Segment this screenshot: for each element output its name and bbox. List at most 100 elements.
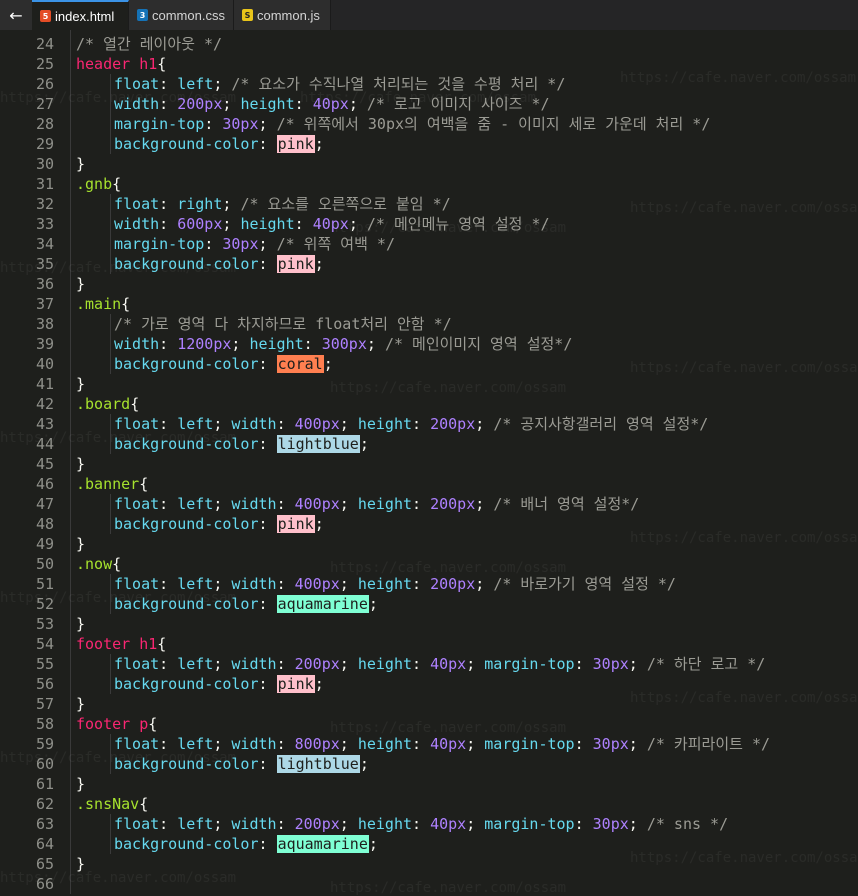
code-line[interactable]: 34 margin-top: 30px; /* 위쪽 여백 */ (0, 234, 858, 254)
code-token: width (114, 215, 160, 233)
code-line[interactable]: 44 background-color: lightblue; (0, 434, 858, 454)
code-token: ; (213, 415, 232, 433)
code-line[interactable]: 31 .gnb{ (0, 174, 858, 194)
code-line[interactable]: 62 .snsNav{ (0, 794, 858, 814)
code-line[interactable]: 50 .now{ (0, 554, 858, 574)
code-token: 1200px (177, 335, 232, 353)
code-token: width (231, 735, 277, 753)
code-line[interactable]: 54 footer h1{ (0, 634, 858, 654)
code-text: float: left; width: 200px; height: 40px;… (64, 814, 728, 834)
code-token: { (157, 635, 167, 653)
line-number: 55 (35, 655, 54, 673)
line-number: 34 (35, 235, 54, 253)
code-line[interactable]: 53} (0, 614, 858, 634)
code-token: left (177, 415, 214, 433)
code-line[interactable]: 64 background-color: aquamarine; (0, 834, 858, 854)
tab-label: index.html (55, 8, 115, 24)
code-line[interactable]: 49} (0, 534, 858, 554)
code-token: ; (213, 495, 232, 513)
line-number: 66 (35, 875, 54, 893)
code-token: left (177, 75, 214, 93)
code-line[interactable]: 65} (0, 854, 858, 874)
tab-common-js[interactable]: S common.js (234, 0, 331, 30)
code-line[interactable]: 57} (0, 694, 858, 714)
code-line[interactable]: 36} (0, 274, 858, 294)
code-line[interactable]: 63 float: left; width: 200px; height: 40p… (0, 814, 858, 834)
code-line[interactable]: 29 background-color: pink; (0, 134, 858, 154)
code-line[interactable]: 40 background-color: coral; (0, 354, 858, 374)
code-line[interactable]: 51 float: left; width: 400px; height: 200… (0, 574, 858, 594)
code-line[interactable]: 66 (0, 874, 858, 894)
code-line[interactable]: 58 footer p{ (0, 714, 858, 734)
code-token: /* 요소가 수직나열 처리되는 것을 수평 처리 */ (231, 75, 566, 93)
code-text: background-color: aquamarine; (64, 594, 378, 614)
line-number: 40 (35, 355, 54, 373)
code-line[interactable]: 41} (0, 374, 858, 394)
code-line[interactable]: 42 .board{ (0, 394, 858, 414)
code-token: float (114, 75, 160, 93)
code-editor[interactable]: 24/* 열간 레이아웃 */25 header h1{26 float: left… (0, 30, 858, 896)
code-text: } (64, 774, 85, 794)
color-swatch-value: pink (276, 255, 315, 273)
code-token: } (76, 275, 86, 293)
line-number: 53 (35, 615, 54, 633)
code-token: 40px (312, 215, 349, 233)
code-token: 200px (294, 655, 340, 673)
code-line[interactable]: 27 width: 200px; height: 40px; /* 로고 이미지 … (0, 94, 858, 114)
code-line[interactable]: 32 float: right; /* 요소를 오른쪽으로 붙임 */ (0, 194, 858, 214)
code-line[interactable]: 56 background-color: pink; (0, 674, 858, 694)
code-token: ; (314, 255, 324, 273)
code-line[interactable]: 37 .main{ (0, 294, 858, 314)
code-line[interactable]: 25 header h1{ (0, 54, 858, 74)
code-token: : (258, 755, 277, 773)
code-text: .snsNav{ (64, 794, 148, 814)
code-line[interactable]: 47 float: left; width: 400px; height: 200… (0, 494, 858, 514)
code-token: ; (339, 495, 358, 513)
code-token: ; (339, 655, 358, 673)
code-text: header h1{ (64, 54, 166, 74)
code-line[interactable]: 33 width: 600px; height: 40px; /* 메인메뉴 영역… (0, 214, 858, 234)
code-line[interactable]: 38 /* 가로 영역 다 차지하므로 float처리 안함 */ (0, 314, 858, 334)
code-token: 40px (430, 815, 467, 833)
code-token: : (294, 95, 313, 113)
code-line[interactable]: 26 float: left; /* 요소가 수직나열 처리되는 것을 수평 처리… (0, 74, 858, 94)
code-token: 30px (222, 115, 259, 133)
code-token: /* 바로가기 영역 설정 */ (493, 575, 676, 593)
code-line[interactable]: 59 float: left; width: 800px; height: 40p… (0, 734, 858, 754)
code-token: } (76, 615, 86, 633)
code-token: ; (628, 655, 647, 673)
code-line[interactable]: 24 /* 열간 레이아웃 */ (0, 34, 858, 54)
code-line[interactable]: 61} (0, 774, 858, 794)
tab-common-css[interactable]: 3 common.css (129, 0, 234, 30)
code-token: : (276, 415, 295, 433)
back-arrow-icon[interactable]: ← (0, 0, 32, 30)
code-token: { (112, 175, 122, 193)
tab-bar: ← 5 index.html 3 common.css S common.js (0, 0, 858, 30)
code-token: ; (466, 815, 485, 833)
code-line[interactable]: 28 margin-top: 30px; /* 위쪽에서 30px의 여백을 줌 … (0, 114, 858, 134)
code-line[interactable]: 30} (0, 154, 858, 174)
code-token: background-color (114, 135, 259, 153)
code-token: ; (213, 75, 232, 93)
line-number: 49 (35, 535, 54, 553)
code-token: .banner (76, 475, 140, 493)
code-line[interactable]: 46 .banner{ (0, 474, 858, 494)
code-text: margin-top: 30px; /* 위쪽에서 30px의 여백을 줌 - … (64, 114, 710, 134)
code-line[interactable]: 52 background-color: aquamarine; (0, 594, 858, 614)
code-line[interactable]: 60 background-color: lightblue; (0, 754, 858, 774)
code-token: .board (76, 395, 131, 413)
code-token: .main (76, 295, 122, 313)
code-token: 200px (294, 815, 340, 833)
code-line[interactable]: 35 background-color: pink; (0, 254, 858, 274)
code-token: : (276, 655, 295, 673)
code-line[interactable]: 39 width: 1200px; height: 300px; /* 메인이미지… (0, 334, 858, 354)
code-line[interactable]: 45} (0, 454, 858, 474)
code-line[interactable]: 43 float: left; width: 400px; height: 200… (0, 414, 858, 434)
html-file-icon: 5 (40, 10, 51, 22)
code-line[interactable]: 48 background-color: pink; (0, 514, 858, 534)
code-line[interactable]: 55 float: left; width: 200px; height: 40p… (0, 654, 858, 674)
code-token: : (159, 75, 178, 93)
indent-guide (110, 574, 111, 614)
code-token: : (574, 655, 593, 673)
tab-index-html[interactable]: 5 index.html (32, 0, 129, 30)
